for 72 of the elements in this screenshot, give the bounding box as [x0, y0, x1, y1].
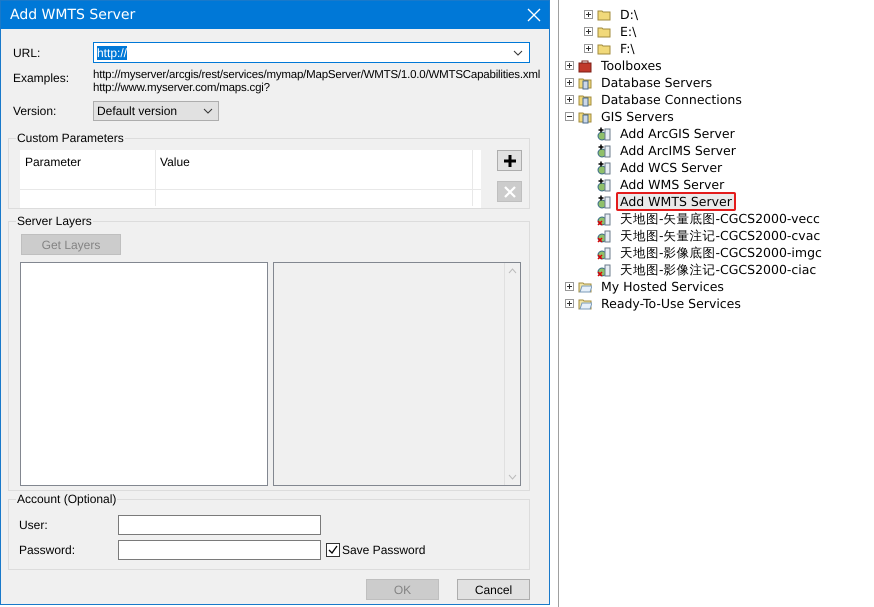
- add-server-icon: [597, 144, 611, 158]
- tree-item[interactable]: D:\: [617, 6, 642, 23]
- dropdown-icon: [513, 50, 523, 56]
- group-title: Custom Parameters: [16, 131, 125, 145]
- tree-item[interactable]: F:\: [617, 40, 638, 57]
- tree-item[interactable]: Database Servers: [598, 74, 716, 91]
- database-folder-icon: [578, 92, 592, 106]
- server-error-icon: [597, 246, 611, 260]
- tree-item[interactable]: E:\: [617, 23, 640, 40]
- expander-icon[interactable]: [584, 44, 593, 53]
- toolbox-icon: [578, 58, 592, 72]
- url-combo-field[interactable]: http://: [93, 42, 530, 63]
- example-url: http://www.myserver.com/maps.cgi?: [93, 82, 271, 95]
- folder-icon: [597, 42, 611, 56]
- expander-icon[interactable]: [565, 61, 574, 70]
- tree-item[interactable]: Add WCS Server: [617, 159, 726, 176]
- tree-item[interactable]: Add WMTS Server: [616, 192, 736, 211]
- close-icon: [504, 186, 516, 198]
- server-folder-icon: [578, 110, 592, 124]
- add-server-icon: [597, 194, 611, 208]
- add-server-icon: [597, 126, 611, 140]
- tree-item[interactable]: Add ArcGIS Server: [617, 125, 738, 142]
- column-header: Parameter: [20, 150, 156, 173]
- user-label: User:: [18, 518, 49, 532]
- column-header: Value: [156, 150, 473, 173]
- example-url: http://myserver/arcgis/rest/services/mymap/MapServer/WMTS/1.0.0/WMTSCapabilities.xml: [93, 69, 540, 82]
- server-error-icon: [597, 262, 611, 276]
- url-label: URL:: [12, 46, 42, 60]
- tree-item[interactable]: Toolboxes: [598, 57, 665, 74]
- save-password-label: Save Password: [342, 543, 426, 557]
- tree-item[interactable]: Add WMS Server: [617, 176, 728, 193]
- add-server-icon: [597, 160, 611, 174]
- cloud-folder-icon: [578, 296, 592, 310]
- tree-item[interactable]: 天地图-影像底图-CGCS2000-imgc: [617, 244, 825, 261]
- save-password-checkbox[interactable]: [326, 543, 340, 557]
- expander-icon[interactable]: [565, 112, 574, 121]
- version-label: Version:: [12, 104, 58, 118]
- dropdown-icon: [203, 108, 213, 114]
- add-button[interactable]: [497, 150, 522, 171]
- examples-label: Examples:: [12, 70, 70, 87]
- folder-icon: [597, 24, 611, 38]
- tree-item[interactable]: Add ArcIMS Server: [617, 142, 739, 159]
- group-title: Account (Optional): [16, 492, 118, 506]
- server-folder-icon: [578, 76, 592, 90]
- close-icon[interactable]: [527, 8, 541, 22]
- plus-icon: [502, 154, 516, 168]
- window-title: Add WMTS Server: [10, 7, 136, 23]
- group-title: Server Layers: [16, 214, 93, 228]
- tree-item[interactable]: Ready-To-Use Services: [598, 295, 744, 312]
- expander-icon[interactable]: [565, 78, 574, 87]
- tree-item[interactable]: 天地图-矢量底图-CGCS2000-vecc: [617, 210, 823, 227]
- add-server-icon: [597, 178, 611, 192]
- expander-icon[interactable]: [565, 299, 574, 308]
- tree-item[interactable]: Database Connections: [598, 91, 745, 108]
- tree-item[interactable]: GIS Servers: [598, 108, 677, 125]
- expander-icon[interactable]: [584, 27, 593, 36]
- tree-item[interactable]: 天地图-影像注记-CGCS2000-ciac: [617, 261, 820, 278]
- version-dropdown[interactable]: Default version: [93, 101, 219, 121]
- password-label: Password:: [18, 543, 76, 557]
- expander-icon[interactable]: [565, 282, 574, 291]
- password-input[interactable]: [118, 540, 321, 560]
- cloud-folder-icon: [578, 280, 592, 294]
- expander-icon[interactable]: [565, 95, 574, 104]
- folder-icon: [597, 8, 611, 22]
- tree-item[interactable]: My Hosted Services: [598, 278, 727, 295]
- tree-item[interactable]: 天地图-矢量注记-CGCS2000-cvac: [617, 227, 824, 244]
- server-error-icon: [597, 228, 611, 242]
- dialog-button[interactable]: Cancel: [457, 579, 530, 600]
- expander-icon[interactable]: [584, 10, 593, 19]
- parameters-grid[interactable]: Parameter Value: [20, 150, 481, 208]
- server-error-icon: [597, 212, 611, 226]
- user-input[interactable]: [118, 515, 321, 535]
